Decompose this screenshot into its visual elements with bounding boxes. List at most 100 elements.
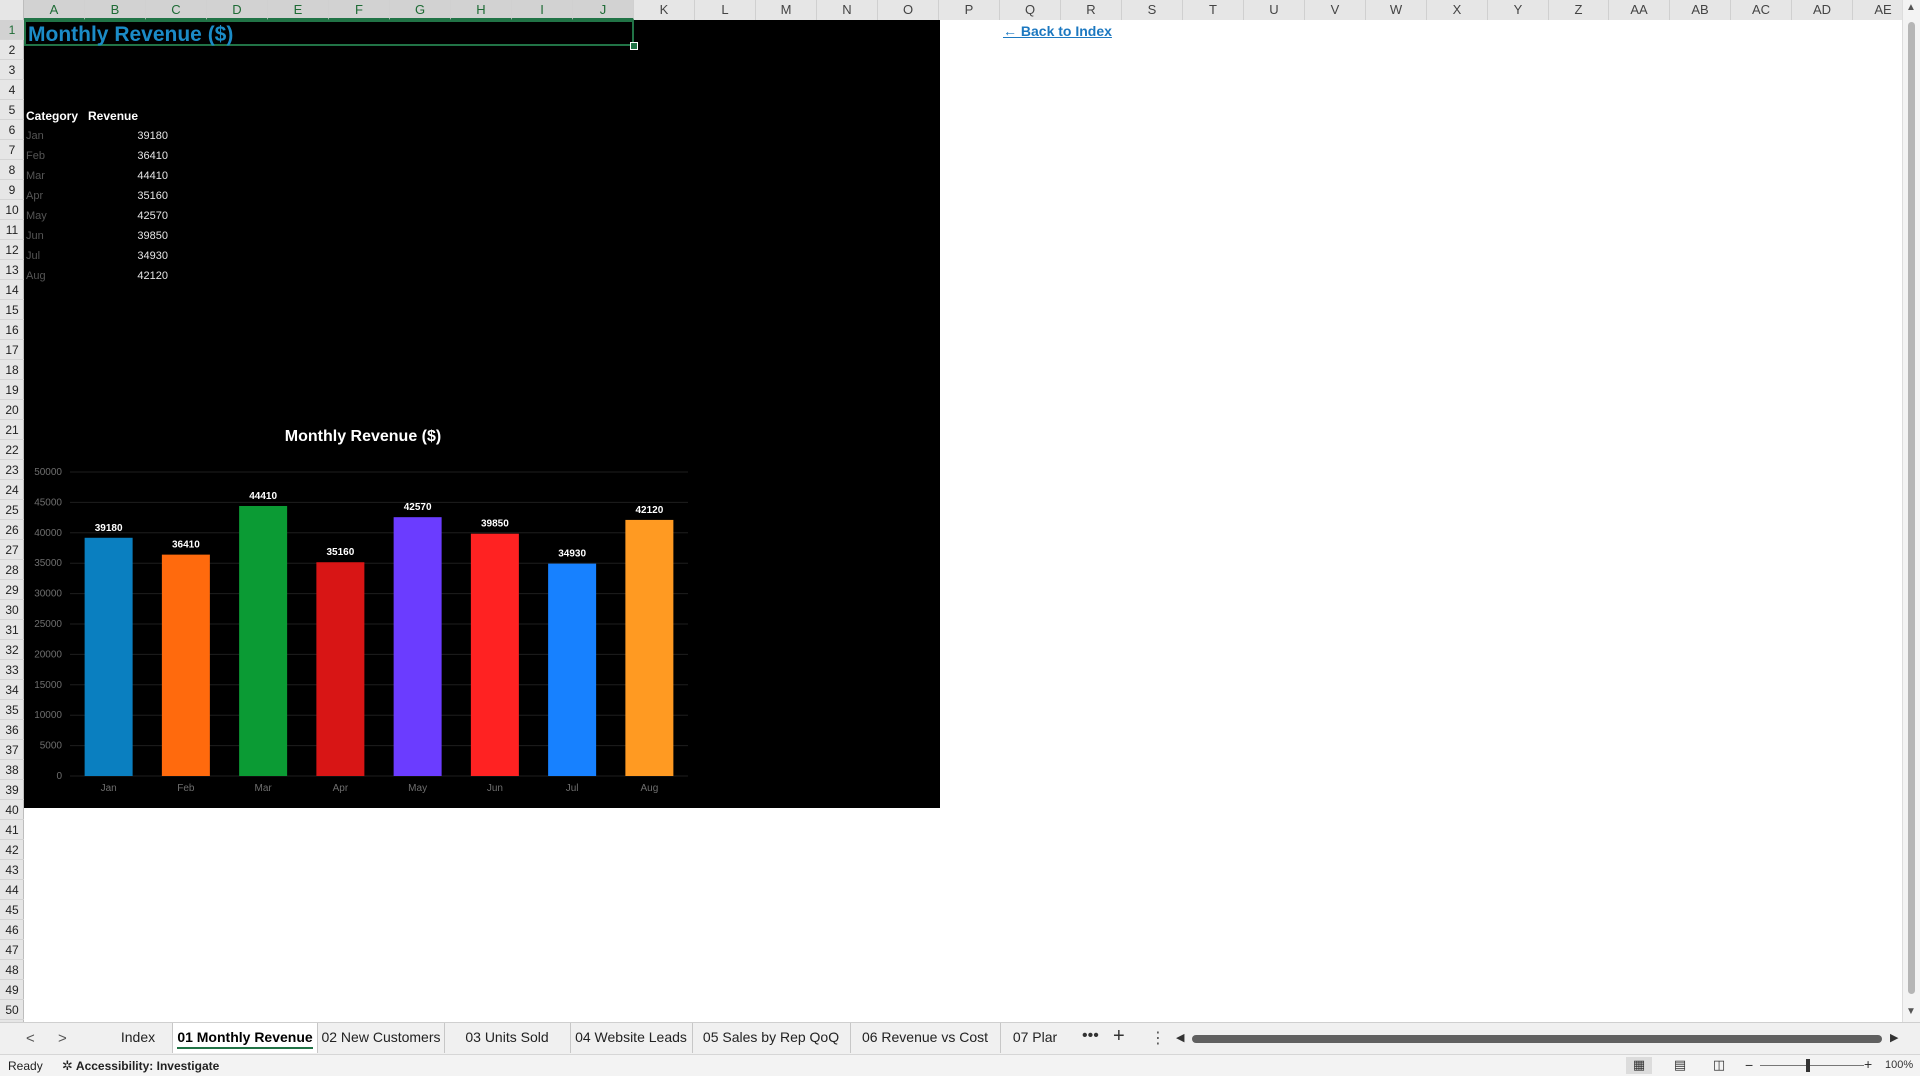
row-header-25[interactable]: 25 [0, 500, 24, 520]
column-header-w[interactable]: W [1366, 0, 1427, 20]
add-sheet-button[interactable]: + [1113, 1025, 1125, 1048]
sheet-tab[interactable]: 02 New Customers [318, 1023, 445, 1053]
row-header-14[interactable]: 14 [0, 280, 24, 300]
column-header-v[interactable]: V [1305, 0, 1366, 20]
column-header-y[interactable]: Y [1488, 0, 1549, 20]
zoom-out-button[interactable]: − [1745, 1057, 1753, 1073]
row-header-49[interactable]: 49 [0, 980, 24, 1000]
row-header-33[interactable]: 33 [0, 660, 24, 680]
column-header-q[interactable]: Q [1000, 0, 1061, 20]
column-header-g[interactable]: G [390, 0, 451, 20]
column-header-z[interactable]: Z [1549, 0, 1609, 20]
monthly-revenue-bar-chart[interactable]: Monthly Revenue ($) 0 5000 10000 15000 20000 2… [24, 408, 714, 806]
row-header-3[interactable]: 3 [0, 60, 24, 80]
row-header-6[interactable]: 6 [0, 120, 24, 140]
vertical-scrollbar[interactable]: ▲ ▼ [1902, 0, 1920, 1022]
column-header-ac[interactable]: AC [1731, 0, 1792, 20]
sheet-tab[interactable]: 06 Revenue vs Cost [850, 1023, 1001, 1053]
row-header-2[interactable]: 2 [0, 40, 24, 60]
column-header-f[interactable]: F [329, 0, 390, 20]
row-header-39[interactable]: 39 [0, 780, 24, 800]
row-header-34[interactable]: 34 [0, 680, 24, 700]
row-header-18[interactable]: 18 [0, 360, 24, 380]
sheet-tab[interactable]: 07 Plar [1000, 1023, 1070, 1053]
scroll-right-arrow-icon[interactable]: ▶ [1890, 1031, 1898, 1044]
row-header-15[interactable]: 15 [0, 300, 24, 320]
column-header-c[interactable]: C [146, 0, 207, 20]
column-header-o[interactable]: O [878, 0, 939, 20]
horizontal-scrollbar[interactable]: ◀ ▶ [1172, 1031, 1904, 1045]
page-layout-icon[interactable]: ▤ [1667, 1057, 1693, 1074]
page-break-preview-icon[interactable]: ◫ [1706, 1057, 1732, 1074]
row-header-10[interactable]: 10 [0, 200, 24, 220]
sheet-tab[interactable]: 03 Units Sold [444, 1023, 571, 1053]
worksheet-grid[interactable]: Monthly Revenue ($) ← Back to Index Cate… [24, 20, 1902, 1022]
column-header-l[interactable]: L [695, 0, 756, 20]
row-header-44[interactable]: 44 [0, 880, 24, 900]
row-header-5[interactable]: 5 [0, 100, 24, 120]
row-header-45[interactable]: 45 [0, 900, 24, 920]
sheet-tab[interactable]: 04 Website Leads [570, 1023, 693, 1053]
row-header-7[interactable]: 7 [0, 140, 24, 160]
column-header-a[interactable]: A [24, 0, 85, 20]
select-all-corner[interactable] [0, 0, 24, 20]
row-header-9[interactable]: 9 [0, 180, 24, 200]
row-header-20[interactable]: 20 [0, 400, 24, 420]
column-header-h[interactable]: H [451, 0, 512, 20]
row-header-12[interactable]: 12 [0, 240, 24, 260]
row-header-47[interactable]: 47 [0, 940, 24, 960]
column-header-r[interactable]: R [1061, 0, 1122, 20]
next-sheet-arrow-icon[interactable]: > [58, 1030, 67, 1047]
scroll-down-arrow-icon[interactable]: ▼ [1906, 1006, 1916, 1017]
row-header-16[interactable]: 16 [0, 320, 24, 340]
column-header-x[interactable]: X [1427, 0, 1488, 20]
column-header-n[interactable]: N [817, 0, 878, 20]
column-header-s[interactable]: S [1122, 0, 1183, 20]
zoom-level[interactable]: 100% [1885, 1059, 1913, 1071]
fill-handle[interactable] [630, 42, 638, 50]
sheet-tab[interactable]: Index [104, 1023, 173, 1053]
scroll-left-arrow-icon[interactable]: ◀ [1176, 1031, 1184, 1044]
row-header-26[interactable]: 26 [0, 520, 24, 540]
row-header-41[interactable]: 41 [0, 820, 24, 840]
row-header-4[interactable]: 4 [0, 80, 24, 100]
column-header-d[interactable]: D [207, 0, 268, 20]
row-header-8[interactable]: 8 [0, 160, 24, 180]
column-header-e[interactable]: E [268, 0, 329, 20]
normal-view-icon[interactable]: ▦ [1626, 1057, 1652, 1074]
zoom-slider-track[interactable] [1760, 1065, 1864, 1066]
scroll-up-arrow-icon[interactable]: ▲ [1906, 2, 1916, 13]
zoom-in-button[interactable]: + [1864, 1056, 1872, 1072]
row-header-32[interactable]: 32 [0, 640, 24, 660]
column-header-aa[interactable]: AA [1609, 0, 1670, 20]
row-header-1[interactable]: 1 [0, 20, 24, 40]
column-header-u[interactable]: U [1244, 0, 1305, 20]
selected-cell-a1[interactable]: Monthly Revenue ($) [24, 20, 634, 46]
row-header-46[interactable]: 46 [0, 920, 24, 940]
column-header-ab[interactable]: AB [1670, 0, 1731, 20]
more-tabs-icon[interactable]: ••• [1082, 1027, 1099, 1045]
row-header-22[interactable]: 22 [0, 440, 24, 460]
zoom-slider-knob[interactable] [1806, 1059, 1810, 1072]
column-header-m[interactable]: M [756, 0, 817, 20]
back-to-index-link[interactable]: ← Back to Index [1003, 23, 1112, 39]
row-header-11[interactable]: 11 [0, 220, 24, 240]
row-header-23[interactable]: 23 [0, 460, 24, 480]
column-header-k[interactable]: K [634, 0, 695, 20]
row-header-42[interactable]: 42 [0, 840, 24, 860]
sheet-tab[interactable]: 01 Monthly Revenue [172, 1023, 318, 1053]
row-header-36[interactable]: 36 [0, 720, 24, 740]
sheet-tab[interactable]: 05 Sales by Rep QoQ [692, 1023, 851, 1053]
row-header-31[interactable]: 31 [0, 620, 24, 640]
horizontal-scroll-thumb[interactable] [1192, 1035, 1882, 1043]
vertical-scroll-thumb[interactable] [1908, 22, 1915, 994]
column-header-ad[interactable]: AD [1792, 0, 1853, 20]
row-header-50[interactable]: 50 [0, 1000, 24, 1020]
column-header-b[interactable]: B [85, 0, 146, 20]
column-header-j[interactable]: J [573, 0, 634, 20]
prev-sheet-arrow-icon[interactable]: < [26, 1030, 35, 1047]
column-header-p[interactable]: P [939, 0, 1000, 20]
row-header-24[interactable]: 24 [0, 480, 24, 500]
column-header-t[interactable]: T [1183, 0, 1244, 20]
row-header-21[interactable]: 21 [0, 420, 24, 440]
